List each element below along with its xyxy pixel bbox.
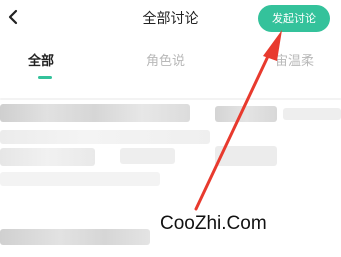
tab-third[interactable]: 宙温柔 <box>275 50 314 69</box>
blurred-content <box>0 104 190 122</box>
blurred-content <box>120 148 175 164</box>
blurred-content <box>215 146 277 166</box>
blurred-content <box>0 98 341 100</box>
watermark: CooZhi.Com <box>160 213 267 234</box>
discussion-page: 全部讨论 发起讨论 全部 角色说 宙温柔 CooZhi.Com <box>0 0 341 257</box>
blurred-content <box>0 172 160 186</box>
blurred-content <box>283 108 341 120</box>
blurred-content <box>0 130 210 144</box>
blurred-content <box>0 148 95 166</box>
blurred-content <box>215 106 277 122</box>
top-bar: 全部讨论 发起讨论 <box>0 0 341 38</box>
tab-all[interactable]: 全部 <box>28 50 54 69</box>
tab-bar: 全部 角色说 宙温柔 <box>0 44 341 80</box>
start-discussion-button[interactable]: 发起讨论 <box>258 5 330 32</box>
active-tab-indicator <box>38 76 52 79</box>
tab-role-talk[interactable]: 角色说 <box>146 50 185 69</box>
blurred-content <box>0 229 150 245</box>
